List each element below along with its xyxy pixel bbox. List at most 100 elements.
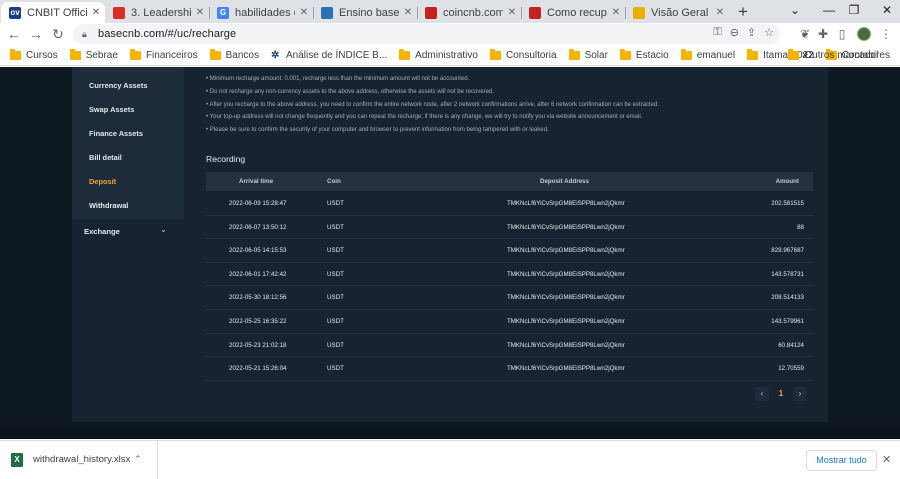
- show-all-downloads-button[interactable]: Mostrar tudo: [806, 450, 877, 471]
- back-button[interactable]: ←: [3, 23, 25, 45]
- chevron-up-icon[interactable]: ⌃: [134, 454, 142, 465]
- sidebar-item-finance-assets[interactable]: Finance Assets: [89, 129, 143, 138]
- arrival-time-cell: 2022-06-05 14:15:53: [229, 247, 287, 255]
- coin-cell: USDT: [327, 341, 344, 349]
- sidebar-item-deposit[interactable]: Deposit: [89, 177, 116, 186]
- arrival-time-cell: 2022-05-23 21:02:18: [229, 341, 287, 349]
- deposit-note: • Your top-up address will not change fr…: [206, 114, 643, 121]
- bookmark-item[interactable]: Administrativo: [393, 45, 484, 66]
- visao-icon: [633, 6, 645, 19]
- bookmark-label: Solar: [584, 49, 608, 61]
- close-tab-icon[interactable]: ✕: [91, 7, 101, 18]
- zoom-icon[interactable]: ⊖: [730, 26, 739, 39]
- bookmark-label: Cursos: [26, 49, 58, 61]
- deposit-address-cell: TMKNcLf6YiCvSrpGM8EiSPP8Lwn2jQkmr: [507, 318, 625, 325]
- page-footer: [0, 427, 900, 439]
- extension-icon[interactable]: ❦: [795, 23, 815, 45]
- coin-cell: USDT: [327, 223, 344, 231]
- table-row: 2022-06-07 13:50:12 USDT TMKNcLf6YiCvSrpGM…: [206, 216, 813, 240]
- close-tab-icon[interactable]: ✕: [507, 7, 517, 18]
- bookmark-item[interactable]: Cursos: [4, 45, 64, 66]
- bookmark-item[interactable]: ✲ Análise de ÍNDICE B...: [265, 45, 393, 66]
- sidebar-item-currency-assets[interactable]: Currency Assets: [89, 81, 147, 90]
- bookmark-label: Sebrae: [85, 49, 118, 61]
- bookmark-item[interactable]: Financeiros: [124, 45, 204, 66]
- browser-tab[interactable]: Visão Geral - Car ✕: [625, 2, 729, 23]
- reload-button[interactable]: ↻: [47, 23, 69, 45]
- sidebar-item-bill-detail[interactable]: Bill detail: [89, 153, 122, 162]
- pagination-page-1[interactable]: 1: [774, 387, 788, 401]
- folder-icon: [69, 48, 81, 60]
- download-file-name[interactable]: withdrawal_history.xlsx: [33, 454, 130, 465]
- bookmark-item[interactable]: emanuel: [675, 45, 741, 66]
- forward-button[interactable]: →: [25, 23, 47, 45]
- indice-bookmark-icon: ✲: [271, 49, 280, 61]
- sidebar-item-swap-assets[interactable]: Swap Assets: [89, 105, 134, 114]
- table-row: 2022-06-09 15:28:47 USDT TMKNcLf6YiCvSrpGM…: [206, 192, 813, 216]
- close-tab-icon[interactable]: ✕: [611, 7, 621, 18]
- chevron-down-icon[interactable]: ⌄: [160, 225, 167, 234]
- column-deposit-address: Deposit Address: [540, 178, 589, 185]
- browser-tab[interactable]: coincnb.com Con ✕: [417, 2, 521, 23]
- lock-icon[interactable]: 🔒︎: [82, 29, 94, 40]
- arrival-time-cell: 2022-06-09 15:28:47: [229, 200, 287, 207]
- coin-cell: USDT: [327, 200, 344, 207]
- table-header: Arrival time Coin Deposit Address Amount: [206, 172, 813, 191]
- close-tab-icon[interactable]: ✕: [715, 7, 725, 18]
- bookmark-item[interactable]: Sebrae: [64, 45, 124, 66]
- sidebar-item-exchange[interactable]: Exchange: [84, 227, 120, 236]
- browser-tab[interactable]: 3. Leadership Am ✕: [105, 2, 209, 23]
- column-arrival-time: Arrival time: [239, 178, 274, 185]
- browser-menu-icon[interactable]: ⋮: [876, 23, 896, 45]
- pagination-next-button[interactable]: ›: [793, 387, 807, 401]
- url-text[interactable]: basecnb.com/#/uc/recharge: [98, 28, 236, 40]
- folder-icon: [129, 48, 141, 60]
- pagination-prev-button[interactable]: ‹: [755, 387, 769, 401]
- coin-cell: USDT: [327, 365, 344, 373]
- new-tab-button[interactable]: +: [729, 2, 757, 23]
- deposit-address-cell: TMKNcLf6YiCvSrpGM8EiSPP8Lwn2jQkmr: [507, 200, 625, 207]
- deposit-address-cell: TMKNcLf6YiCvSrpGM8EiSPP8Lwn2jQkmr: [507, 223, 625, 231]
- folder-icon: [747, 48, 759, 60]
- bookmarks-bar: Cursos Sebrae Financeiros Bancos ✲ Análise de…: [0, 45, 900, 66]
- amount-cell: 88: [797, 223, 804, 231]
- bookmark-item[interactable]: Consultoria: [484, 45, 563, 66]
- shield-icon: [529, 6, 541, 19]
- leadership-icon: [113, 6, 125, 19]
- tab-title: Visão Geral - Car: [651, 6, 711, 19]
- bookmark-item[interactable]: Estacio: [614, 45, 675, 66]
- folder-icon: [399, 48, 411, 60]
- password-key-icon[interactable]: ⚿: [713, 26, 721, 39]
- browser-tab[interactable]: ov CNBIT Official We ✕: [1, 2, 105, 23]
- other-bookmarks-label: Outros marcadores: [804, 50, 890, 61]
- side-panel-icon[interactable]: ▯: [832, 23, 852, 45]
- extensions-puzzle-icon[interactable]: ✚: [813, 23, 833, 45]
- folder-icon: [209, 48, 221, 60]
- arrival-time-cell: 2022-05-30 18:12:56: [229, 294, 287, 302]
- other-bookmarks-folder[interactable]: Outros marcadores: [782, 45, 896, 66]
- deposit-note: • Do not recharge any non-currency asset…: [206, 88, 494, 95]
- folder-icon: [489, 48, 501, 60]
- close-tab-icon[interactable]: ✕: [403, 7, 413, 18]
- close-tab-icon[interactable]: ✕: [299, 7, 309, 18]
- close-tab-icon[interactable]: ✕: [195, 7, 205, 18]
- close-window-button[interactable]: ✕: [864, 0, 900, 23]
- bookmark-item[interactable]: Bancos: [204, 45, 265, 66]
- profile-avatar[interactable]: [857, 27, 871, 41]
- bookmark-star-icon[interactable]: ☆: [764, 26, 774, 39]
- sidebar-item-withdrawal[interactable]: Withdrawal: [89, 201, 128, 210]
- excel-icon: X: [11, 453, 23, 467]
- folder-icon: [10, 48, 21, 60]
- close-icon[interactable]: ✕: [882, 453, 891, 466]
- browser-tab[interactable]: Ghabilidades e con ✕: [209, 2, 313, 23]
- bookmark-item[interactable]: Solar: [563, 45, 614, 66]
- assets-sidebar: Currency Assets Swap Assets Finance Assets…: [72, 67, 184, 219]
- arrival-time-cell: 2022-05-21 15:26:04: [229, 365, 287, 373]
- browser-tab[interactable]: Ensino baseado e ✕: [313, 2, 417, 23]
- download-item[interactable]: X withdrawal_history.xlsx ⌃: [0, 441, 158, 479]
- share-icon[interactable]: ⇪: [747, 26, 756, 39]
- address-bar[interactable]: 🔒︎ basecnb.com/#/uc/recharge ⚿ ⊖ ⇪ ☆: [73, 24, 780, 44]
- browser-tab[interactable]: Como recuperar ✕: [521, 2, 625, 23]
- tab-title: Ensino baseado e: [339, 6, 399, 19]
- tab-title: Como recuperar: [547, 6, 607, 19]
